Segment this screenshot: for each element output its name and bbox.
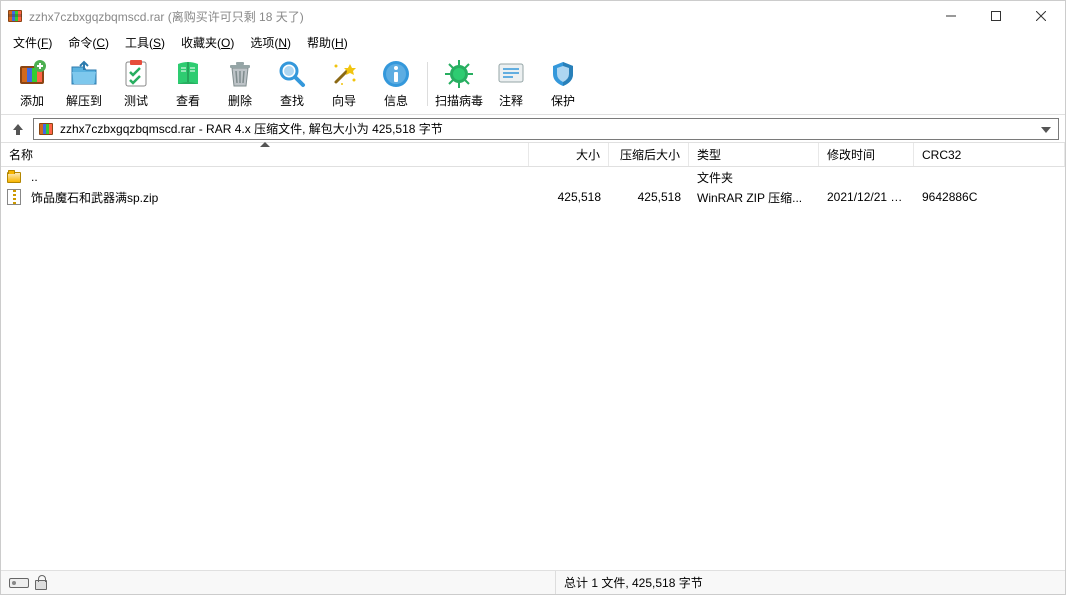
info-icon <box>380 58 412 90</box>
column-size-label: 大小 <box>576 146 600 163</box>
wizard-label: 向导 <box>332 92 356 109</box>
delete-label: 删除 <box>228 92 252 109</box>
column-crc32[interactable]: CRC32 <box>914 143 1065 166</box>
view-button[interactable]: 查看 <box>163 55 213 113</box>
minimize-button[interactable] <box>928 2 973 30</box>
delete-button[interactable]: 删除 <box>215 55 265 113</box>
status-left <box>1 571 556 594</box>
test-icon <box>120 58 152 90</box>
pathbar: zzhx7czbxgqzbqmscd.rar - RAR 4.x 压缩文件, 解… <box>1 115 1065 143</box>
column-headers: 名称 大小 压缩后大小 类型 修改时间 CRC32 <box>1 143 1065 167</box>
titlebar: zzhx7czbxgqzbqmscd.rar (离购买许可只剩 18 天了) <box>1 1 1065 31</box>
test-label: 测试 <box>124 92 148 109</box>
add-button[interactable]: 添加 <box>7 55 57 113</box>
menu-favorites[interactable]: 收藏夹(O) <box>173 32 242 53</box>
find-label: 查找 <box>280 92 304 109</box>
find-button[interactable]: 查找 <box>267 55 317 113</box>
column-crc32-label: CRC32 <box>922 148 961 162</box>
menu-file[interactable]: 文件(F) <box>5 32 60 53</box>
wizard-icon <box>328 58 360 90</box>
comment-button[interactable]: 注释 <box>486 55 536 113</box>
menu-options[interactable]: 选项(N) <box>242 32 299 53</box>
statusbar: 总计 1 文件, 425,518 字节 <box>1 570 1065 594</box>
cell-type: WinRAR ZIP 压缩... <box>689 189 819 206</box>
virusscan-icon <box>443 58 475 90</box>
toolbar-separator <box>427 62 428 106</box>
comment-label: 注释 <box>499 92 523 109</box>
column-modified-label: 修改时间 <box>827 146 875 163</box>
extract-button[interactable]: 解压到 <box>59 55 109 113</box>
maximize-button[interactable] <box>973 2 1018 30</box>
window-controls <box>928 2 1063 30</box>
folder-icon <box>1 172 23 183</box>
view-label: 查看 <box>176 92 200 109</box>
menu-tools[interactable]: 工具(S) <box>117 32 173 53</box>
menu-help[interactable]: 帮助(H) <box>299 32 356 53</box>
cell-size: 425,518 <box>529 190 609 204</box>
virusscan-label: 扫描病毒 <box>435 92 483 109</box>
info-button[interactable]: 信息 <box>371 55 421 113</box>
column-packed[interactable]: 压缩后大小 <box>609 143 689 166</box>
path-dropdown-icon[interactable] <box>1038 122 1054 136</box>
cell-name: .. <box>23 170 529 184</box>
protect-button[interactable]: 保护 <box>538 55 588 113</box>
comment-icon <box>495 58 527 90</box>
column-modified[interactable]: 修改时间 <box>819 143 914 166</box>
cell-packed: 425,518 <box>609 190 689 204</box>
cell-type: 文件夹 <box>689 169 819 186</box>
add-icon <box>16 58 48 90</box>
extract-icon <box>68 58 100 90</box>
wizard-button[interactable]: 向导 <box>319 55 369 113</box>
close-button[interactable] <box>1018 2 1063 30</box>
virusscan-button[interactable]: 扫描病毒 <box>434 55 484 113</box>
app-icon <box>7 8 23 24</box>
menubar: 文件(F) 命令(C) 工具(S) 收藏夹(O) 选项(N) 帮助(H) <box>1 31 1065 53</box>
info-label: 信息 <box>384 92 408 109</box>
find-icon <box>276 58 308 90</box>
column-type-label: 类型 <box>697 146 721 163</box>
column-type[interactable]: 类型 <box>689 143 819 166</box>
lock-icon <box>35 580 47 590</box>
path-text: zzhx7czbxgqzbqmscd.rar - RAR 4.x 压缩文件, 解… <box>60 120 1032 137</box>
delete-icon <box>224 58 256 90</box>
list-item-parent[interactable]: .. 文件夹 <box>1 167 1065 187</box>
cell-modified: 2021/12/21 9... <box>819 190 914 204</box>
add-label: 添加 <box>20 92 44 109</box>
zip-icon <box>1 189 23 205</box>
column-size[interactable]: 大小 <box>529 143 609 166</box>
cell-crc: 9642886C <box>914 190 1065 204</box>
list-item-file[interactable]: 饰品魔石和武器满sp.zip 425,518 425,518 WinRAR ZI… <box>1 187 1065 207</box>
test-button[interactable]: 测试 <box>111 55 161 113</box>
column-name[interactable]: 名称 <box>1 143 529 166</box>
path-field[interactable]: zzhx7czbxgqzbqmscd.rar - RAR 4.x 压缩文件, 解… <box>33 118 1059 140</box>
file-list[interactable]: .. 文件夹 饰品魔石和武器满sp.zip 425,518 425,518 Wi… <box>1 167 1065 570</box>
up-button[interactable] <box>7 118 29 140</box>
toolbar: 添加 解压到 测试 查看 删除 查找 向导 信息 扫描病毒 注释 保护 <box>1 53 1065 115</box>
protect-label: 保护 <box>551 92 575 109</box>
disk-icon <box>9 578 29 588</box>
column-name-label: 名称 <box>9 146 33 163</box>
archive-icon <box>38 121 54 137</box>
menu-commands[interactable]: 命令(C) <box>60 32 117 53</box>
status-summary: 总计 1 文件, 425,518 字节 <box>556 574 1065 591</box>
view-icon <box>172 58 204 90</box>
cell-name: 饰品魔石和武器满sp.zip <box>23 189 529 206</box>
window-title: zzhx7czbxgqzbqmscd.rar (离购买许可只剩 18 天了) <box>29 8 928 25</box>
up-arrow-icon <box>11 122 25 136</box>
column-packed-label: 压缩后大小 <box>620 146 680 163</box>
protect-icon <box>547 58 579 90</box>
extract-label: 解压到 <box>66 92 102 109</box>
